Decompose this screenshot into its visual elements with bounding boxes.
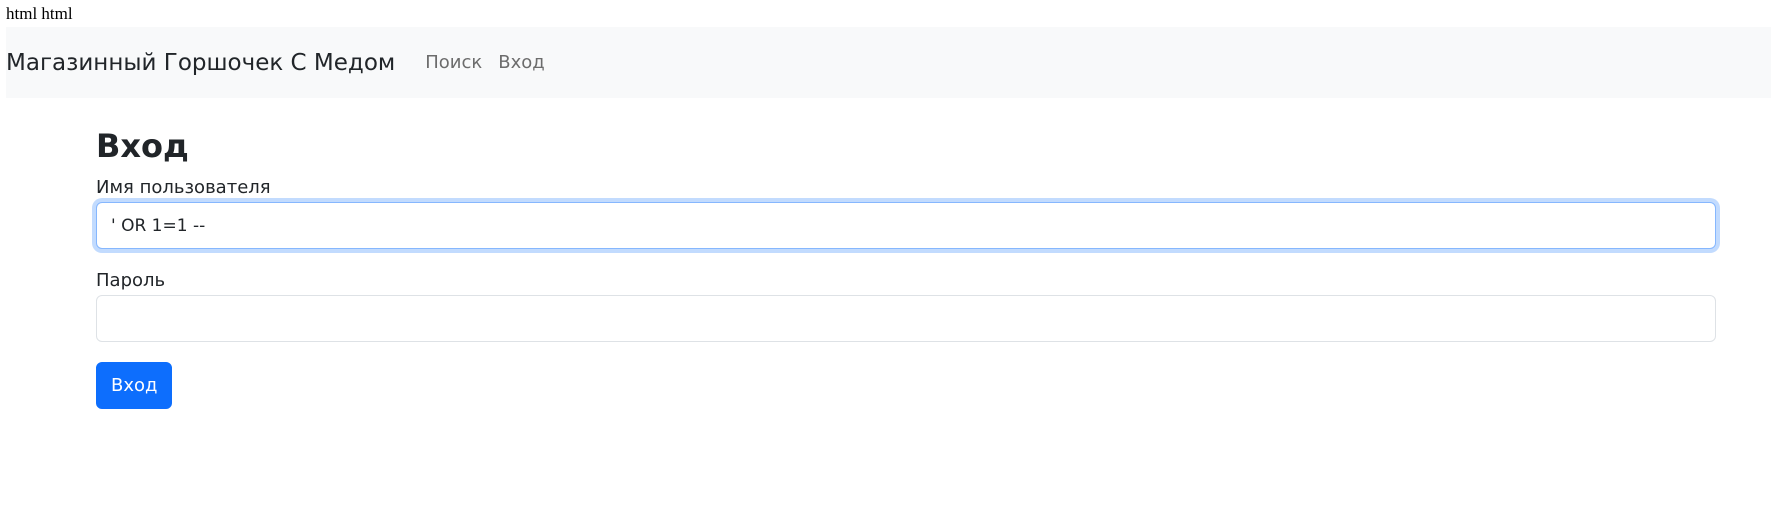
username-label: Имя пользователя	[96, 177, 271, 198]
raw-page-text: html html	[6, 4, 73, 23]
navbar: Магазинный Горшочек С Медом Поиск Вход	[6, 27, 1771, 98]
username-input[interactable]	[96, 202, 1716, 249]
login-button[interactable]: Вход	[96, 362, 173, 409]
password-label: Пароль	[96, 270, 166, 291]
username-group: Имя пользователя	[96, 176, 1716, 249]
login-container: Вход Имя пользователя Пароль Вход	[96, 124, 1716, 409]
password-input[interactable]	[96, 295, 1716, 342]
nav-link-search[interactable]: Поиск	[425, 52, 482, 73]
page-title: Вход	[96, 127, 189, 165]
nav-link-login[interactable]: Вход	[498, 52, 544, 73]
password-group: Пароль	[96, 269, 1716, 342]
navbar-brand[interactable]: Магазинный Горшочек С Медом	[6, 50, 395, 76]
